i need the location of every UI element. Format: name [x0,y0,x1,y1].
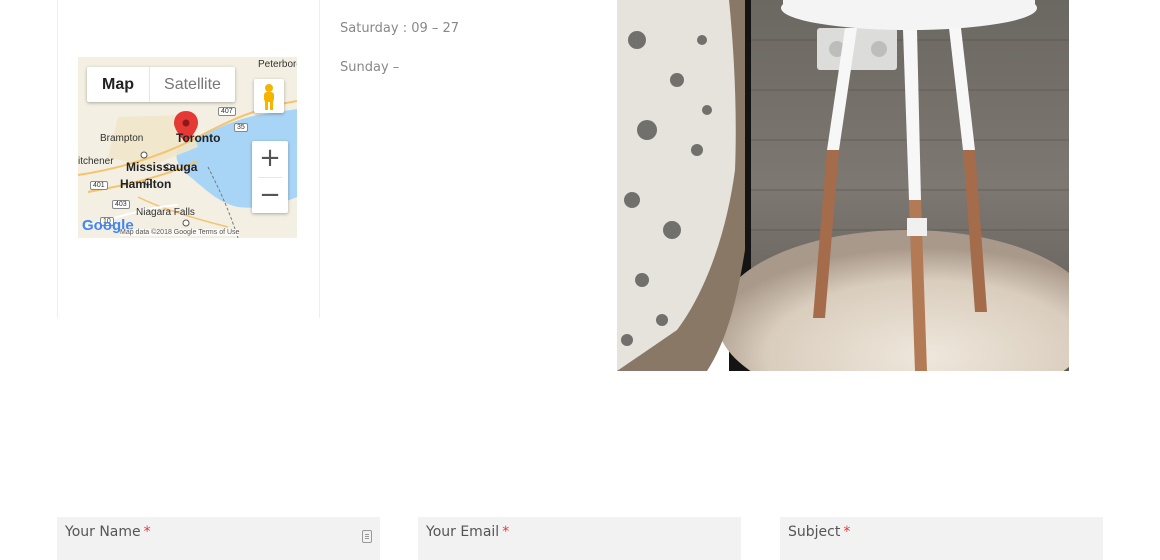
your-email-field[interactable]: Your Email * [418,517,741,560]
required-mark: * [502,524,510,540]
subject-label: Subject * [788,524,851,540]
autofill-icon[interactable] [362,530,372,543]
map-label: Brampton [100,133,144,144]
street-view-pegman-icon[interactable] [254,79,284,113]
map-label: Hamilton [120,177,172,191]
info-column-divider [57,0,58,318]
highway-shield: 35 [234,123,248,132]
highway-shield: 403 [112,200,130,209]
zoom-in-button[interactable]: + [252,141,288,177]
map-type-toggle: Map Satellite [87,67,235,102]
required-mark: * [843,524,851,540]
zoom-out-button[interactable]: − [252,178,288,214]
map-zoom-control: + − [252,141,288,213]
your-name-field[interactable]: Your Name * [57,517,380,560]
map-type-map-button[interactable]: Map [87,67,149,102]
highway-shield: 407 [218,107,236,116]
subject-field[interactable]: Subject * [780,517,1103,560]
location-map[interactable]: Peterboro Brampton Toronto itchener Miss… [78,57,297,238]
your-name-label: Your Name * [65,524,151,540]
hours-saturday: Saturday : 09 – 27 [340,21,460,36]
required-mark: * [143,524,151,540]
map-label: Mississauga [126,160,198,174]
map-label: Niagara Falls [136,207,195,218]
map-type-satellite-button[interactable]: Satellite [149,67,235,102]
map-label: Toronto [176,131,221,145]
info-column-divider [319,0,320,318]
highway-shield: 401 [90,181,108,190]
map-label: itchener [78,156,114,167]
your-email-label: Your Email * [426,524,510,540]
product-photo [617,0,1069,371]
hours-sunday: Sunday – [340,60,400,75]
map-label: Peterboro [258,59,297,70]
map-attribution[interactable]: Map data ©2018 Google Terms of Use [120,229,240,236]
